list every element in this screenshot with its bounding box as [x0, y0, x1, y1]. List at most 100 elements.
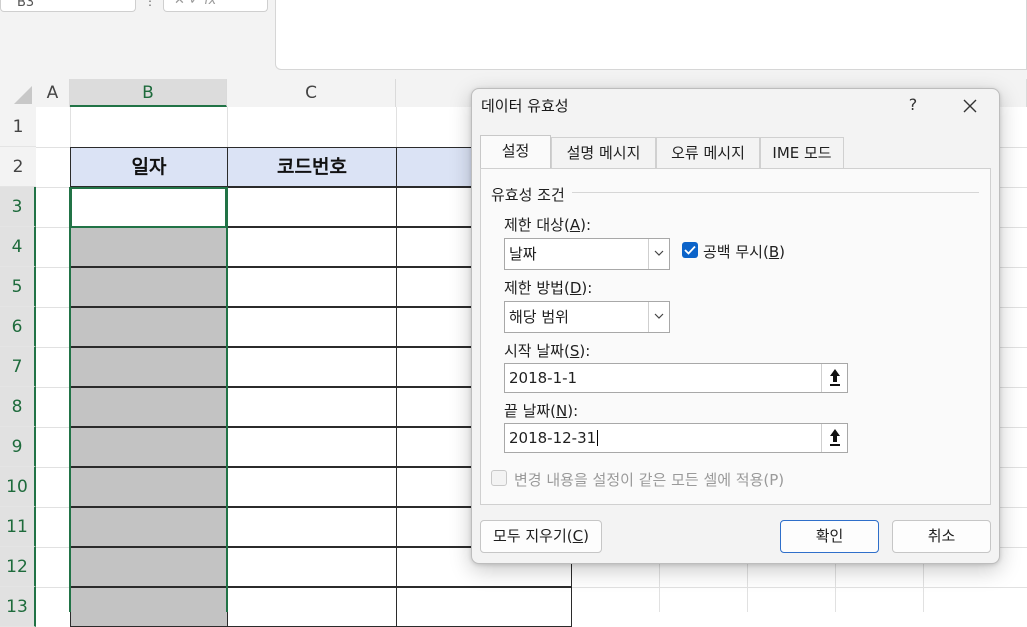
- data-validation-dialog[interactable]: 데이터 유효성 ? 설정 설명 메시지 오류 메시지 IME 모드 유효성 조건…: [471, 88, 1000, 564]
- table-header-code[interactable]: 코드번호: [227, 147, 397, 187]
- row-label: 2: [12, 157, 24, 177]
- label-text: ):: [581, 279, 593, 297]
- table-cell[interactable]: [227, 387, 397, 427]
- label-text: 제한 대상(: [504, 216, 570, 234]
- tab-settings[interactable]: 설정: [480, 135, 551, 169]
- more-icon[interactable]: ⋮: [144, 0, 156, 7]
- row-label: 9: [11, 437, 23, 457]
- column-header-b[interactable]: B: [70, 79, 227, 107]
- collapse-dialog-icon: [830, 369, 840, 386]
- label-text: ):: [579, 342, 591, 360]
- chevron-down-icon[interactable]: [648, 239, 669, 269]
- cancel-button[interactable]: 취소: [892, 520, 991, 553]
- row-header-4[interactable]: 4: [0, 227, 36, 267]
- row-header-12[interactable]: 12: [0, 547, 36, 587]
- end-date-input[interactable]: 2018-12-31: [504, 423, 848, 453]
- row-header-1[interactable]: 1: [0, 107, 36, 147]
- row-label: 8: [11, 397, 23, 417]
- column-label: A: [46, 83, 59, 103]
- table-cell[interactable]: [227, 227, 397, 267]
- checkmark-icon: [684, 245, 696, 255]
- row-header-6[interactable]: 6: [0, 307, 36, 347]
- allow-label: 제한 대상(A):: [504, 214, 591, 235]
- table-cell[interactable]: [396, 587, 572, 627]
- row-label: 7: [11, 357, 23, 377]
- label-text: 제한 방법(: [504, 279, 570, 297]
- table-cell[interactable]: [227, 427, 397, 467]
- start-date-input[interactable]: 2018-1-1: [504, 363, 848, 393]
- table-cell[interactable]: [227, 587, 397, 627]
- row-header-13[interactable]: 13: [0, 587, 36, 627]
- name-box-value: B3: [17, 0, 35, 10]
- data-operator-select[interactable]: 해당 범위: [504, 301, 670, 333]
- tab-input-message[interactable]: 설명 메시지: [551, 137, 656, 169]
- table-header-date[interactable]: 일자: [70, 147, 228, 187]
- table-cell[interactable]: [227, 467, 397, 507]
- row-label: 11: [6, 517, 28, 537]
- row-header-2[interactable]: 2: [0, 147, 36, 187]
- fx-icon: fx: [204, 0, 217, 8]
- tab-ime-mode[interactable]: IME 모드: [760, 137, 844, 169]
- chevron-down-icon[interactable]: [648, 302, 669, 332]
- close-icon: [963, 99, 977, 113]
- help-button[interactable]: ?: [902, 93, 924, 117]
- formula-input[interactable]: [275, 0, 1027, 70]
- name-box[interactable]: B3: [0, 0, 136, 12]
- table-cell[interactable]: [227, 507, 397, 547]
- row-header-3[interactable]: 3: [0, 187, 36, 227]
- table-cell[interactable]: [227, 187, 397, 227]
- formula-icons[interactable]: ✕ ✓ fx: [163, 0, 268, 12]
- text-caret: [597, 430, 599, 446]
- close-button[interactable]: [956, 93, 984, 119]
- table-cell[interactable]: [227, 347, 397, 387]
- row-header-8[interactable]: 8: [0, 387, 36, 427]
- row-label: 1: [12, 117, 24, 137]
- ok-button[interactable]: 확인: [780, 520, 879, 553]
- dialog-title: 데이터 유효성: [481, 97, 569, 115]
- selection-range-border: [69, 187, 228, 612]
- end-date-label: 끝 날짜(N):: [504, 400, 578, 421]
- accelerator-key: S: [569, 342, 580, 360]
- label-text: ): [779, 243, 785, 261]
- active-cell[interactable]: [70, 187, 227, 228]
- accelerator-key: A: [569, 216, 581, 234]
- tab-error-alert[interactable]: 오류 메시지: [656, 137, 760, 169]
- row-label: 13: [6, 597, 28, 617]
- label-text: 끝 날짜(: [504, 402, 557, 420]
- row-header-5[interactable]: 5: [0, 267, 36, 307]
- end-date-value: 2018-12-31: [509, 429, 597, 447]
- ignore-blank-checkbox[interactable]: [682, 242, 698, 258]
- apply-all-checkbox[interactable]: [491, 470, 507, 486]
- table-cell[interactable]: [227, 547, 397, 587]
- row-header-11[interactable]: 11: [0, 507, 36, 547]
- table-cell[interactable]: [227, 307, 397, 347]
- label-text: ):: [580, 216, 591, 234]
- row-header-9[interactable]: 9: [0, 427, 36, 467]
- accelerator-key: N: [556, 402, 568, 420]
- row-label: 12: [6, 557, 28, 577]
- column-label: C: [305, 83, 317, 103]
- column-header-c[interactable]: C: [227, 79, 396, 107]
- range-picker-button[interactable]: [821, 424, 847, 452]
- accelerator-key: B: [768, 243, 780, 261]
- row-label: 4: [11, 237, 23, 257]
- label-text: 공백 무시(: [703, 243, 769, 261]
- label-text: 시작 날짜(: [504, 342, 570, 360]
- header-label: 코드번호: [277, 156, 347, 178]
- group-divider: [572, 192, 979, 193]
- ignore-blank-label[interactable]: 공백 무시(B): [703, 241, 785, 262]
- start-date-value: 2018-1-1: [509, 369, 578, 387]
- column-label: B: [142, 83, 154, 103]
- button-label: 모두 지우기(: [493, 527, 573, 545]
- select-all-icon: [14, 86, 32, 104]
- column-header-a[interactable]: A: [36, 79, 70, 107]
- data-operator-value: 해당 범위: [509, 308, 569, 326]
- allow-select[interactable]: 날짜: [504, 238, 670, 270]
- row-label: 3: [11, 197, 23, 217]
- range-picker-button[interactable]: [821, 364, 847, 392]
- table-cell[interactable]: [227, 267, 397, 307]
- row-header-10[interactable]: 10: [0, 467, 36, 507]
- row-header-7[interactable]: 7: [0, 347, 36, 387]
- clear-all-button[interactable]: 모두 지우기(C): [480, 520, 602, 553]
- apply-all-label[interactable]: 변경 내용을 설정이 같은 모든 셀에 적용(P): [514, 469, 784, 490]
